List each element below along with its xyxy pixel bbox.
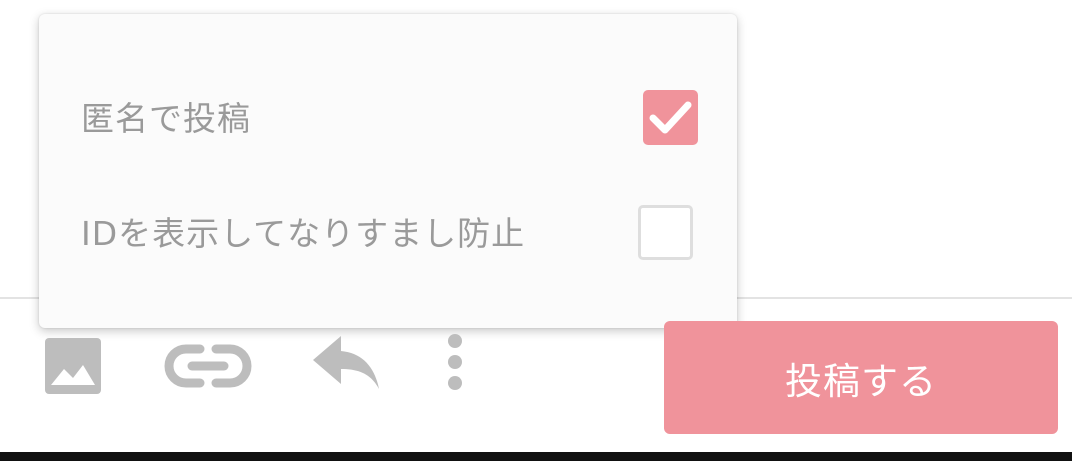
show-id-checkbox[interactable] [638, 205, 693, 260]
post-button[interactable]: 投稿する [664, 321, 1058, 434]
anonymous-post-label: 匿名で投稿 [81, 99, 251, 138]
post-options-popup: 匿名で投稿 IDを表示してなりすまし防止 [39, 14, 737, 328]
image-icon[interactable] [45, 338, 101, 394]
show-id-label: IDを表示してなりすまし防止 [81, 214, 526, 253]
reply-icon[interactable] [311, 334, 379, 390]
anonymous-post-checkbox[interactable] [643, 90, 698, 145]
link-icon[interactable] [164, 342, 252, 390]
bottom-edge-bar [0, 452, 1072, 461]
more-vertical-icon[interactable] [440, 331, 470, 395]
check-icon [649, 101, 692, 134]
